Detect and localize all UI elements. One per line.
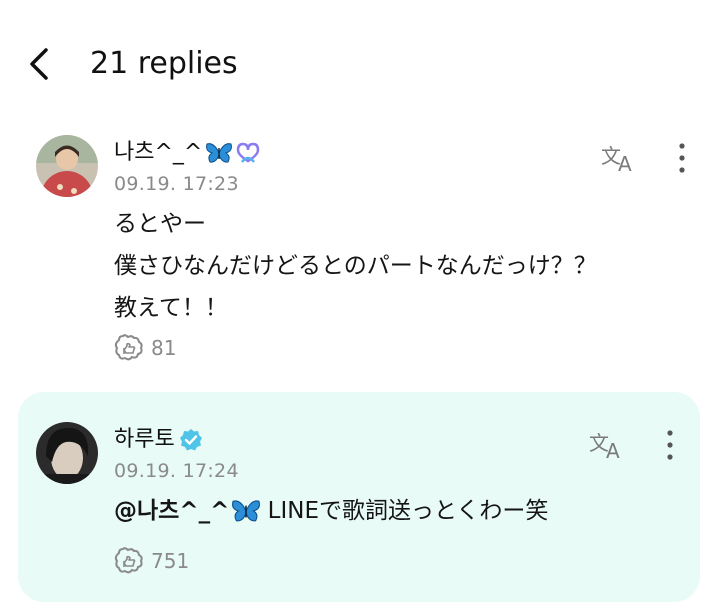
like-icon[interactable] [113, 334, 145, 362]
comment-line: るとやー [114, 211, 206, 237]
translate-icon[interactable]: 文 A [588, 428, 628, 463]
translate-button[interactable]: 文 A [588, 428, 628, 463]
comment-line: 教えて！！ [114, 295, 228, 321]
butterfly-icon [232, 500, 261, 522]
avatar[interactable] [36, 422, 98, 484]
back-arrow-icon[interactable] [24, 44, 60, 84]
comment-body: @나츠^_^ LINEで歌詞送っとくわー笑 [114, 490, 548, 532]
verified-badge-icon [179, 429, 202, 451]
translate-button[interactable]: 文 A [600, 141, 640, 176]
like-icon[interactable] [113, 547, 145, 575]
username-text: 나츠^_^ [114, 140, 203, 165]
timestamp: 09.19. 17:24 [114, 460, 239, 482]
header: 21 replies [0, 0, 720, 125]
like-count: 751 [151, 549, 190, 573]
original-comment: 나츠^_^ 09.19. 17:23 文 A るとやー 僕さひなんだけどるとのパ… [0, 125, 720, 385]
comment-body: るとやー 僕さひなんだけどるとのパートなんだっけ？？ 教えて！！ [114, 203, 597, 329]
butterfly-icon [206, 143, 233, 163]
more-options-icon[interactable] [672, 141, 692, 175]
svg-text:A: A [606, 439, 620, 462]
svg-text:A: A [618, 152, 632, 175]
more-options-button[interactable] [672, 141, 692, 175]
username[interactable]: 나츠^_^ [114, 138, 260, 168]
like-button[interactable]: 751 [113, 547, 189, 575]
mention-link[interactable]: @나츠^_^ [114, 490, 229, 532]
comment-line: 僕さひなんだけどるとのパートなんだっけ？？ [114, 253, 597, 279]
reply-comment: 하루토 09.19. 17:24 文 A @나츠^_^ LINEで歌詞送っとくわ… [18, 392, 700, 602]
more-options-icon[interactable] [660, 428, 680, 462]
like-count: 81 [151, 336, 177, 360]
avatar[interactable] [36, 135, 98, 197]
ribbon-badge-icon [237, 142, 260, 163]
username[interactable]: 하루토 [114, 425, 203, 455]
reply-text: LINEで歌詞送っとくわー笑 [260, 498, 549, 524]
like-button[interactable]: 81 [113, 334, 176, 362]
timestamp: 09.19. 17:23 [114, 173, 239, 195]
translate-icon[interactable]: 文 A [600, 141, 640, 176]
back-button[interactable] [24, 44, 60, 84]
more-options-button[interactable] [660, 428, 680, 462]
username-text: 하루토 [114, 427, 175, 452]
page-title: 21 replies [90, 46, 238, 81]
